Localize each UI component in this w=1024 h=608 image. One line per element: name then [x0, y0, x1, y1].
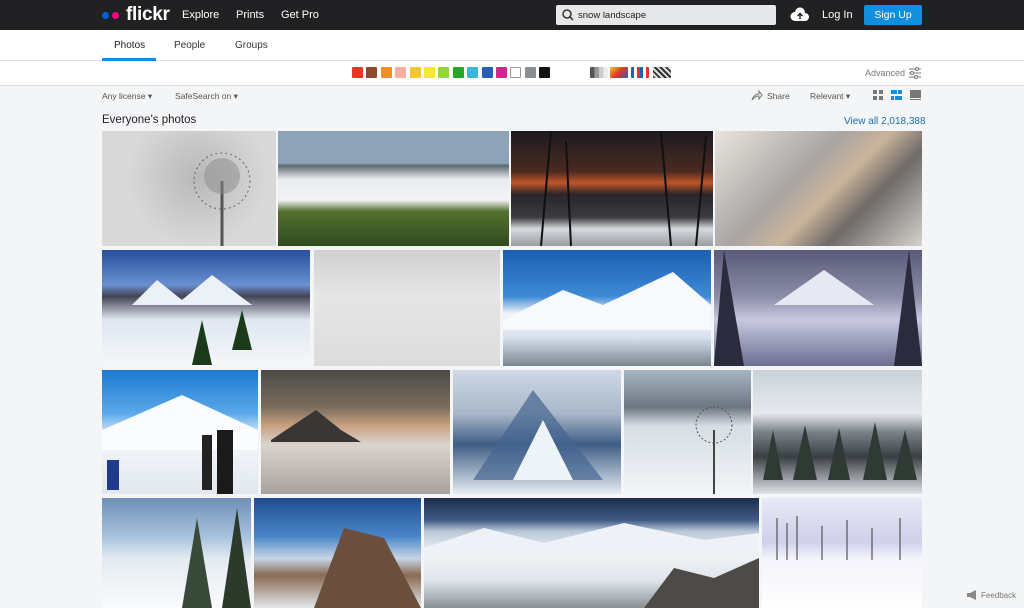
patterns-filter[interactable] [653, 67, 671, 78]
nav-explore[interactable]: Explore [182, 9, 219, 21]
color-swatch[interactable] [481, 67, 493, 78]
photo-tile[interactable] [453, 370, 621, 494]
search-input[interactable] [578, 9, 758, 21]
nav-prints[interactable]: Prints [236, 9, 264, 21]
shallow-depth-filter[interactable] [610, 67, 628, 78]
justified-view-icon[interactable] [891, 90, 902, 100]
photo-tile[interactable] [753, 370, 922, 494]
safesearch-dropdown[interactable]: SafeSearch on ▾ [175, 91, 238, 102]
photo-tile[interactable] [261, 370, 450, 494]
sort-label: Relevant [810, 91, 844, 101]
color-swatch[interactable] [467, 67, 479, 78]
color-filter-bar: Advanced [0, 61, 1024, 86]
signup-button[interactable]: Sign Up [864, 5, 922, 25]
photo-tile[interactable] [314, 250, 500, 366]
color-swatch[interactable] [496, 67, 507, 78]
view-all-link[interactable]: View all 2,018,388 [844, 116, 926, 127]
feedback-label: Feedback [981, 590, 1017, 600]
photo-tile[interactable] [503, 250, 711, 366]
color-swatch[interactable] [424, 67, 435, 78]
photo-tile[interactable] [511, 131, 713, 246]
feedback-button[interactable]: Feedback [966, 590, 1016, 600]
search-type-tabs: Photos People Groups [0, 30, 1024, 61]
color-swatch[interactable] [510, 67, 522, 78]
search-icon [562, 9, 574, 21]
search-box[interactable] [556, 5, 776, 25]
color-swatch[interactable] [539, 67, 551, 78]
photo-tile[interactable] [102, 370, 258, 494]
sliders-icon[interactable] [908, 67, 922, 79]
advanced-link[interactable]: Advanced [865, 68, 905, 78]
photo-tile[interactable] [254, 498, 421, 608]
photo-tile[interactable] [762, 498, 922, 608]
photo-tile[interactable] [624, 370, 751, 494]
filters-row: Any license ▾ SafeSearch on ▾ Share Rele… [0, 87, 1024, 109]
photo-tile[interactable] [102, 250, 310, 366]
flickr-logo[interactable]: flickr [102, 4, 170, 25]
grid-view-icon[interactable] [873, 90, 883, 100]
upload-cloud-icon[interactable] [790, 7, 810, 23]
share-link[interactable]: Share [767, 91, 790, 101]
safesearch-label: SafeSearch on [175, 91, 232, 101]
color-swatch[interactable] [352, 67, 363, 78]
color-swatch[interactable] [409, 67, 421, 78]
single-view-icon[interactable] [910, 90, 921, 100]
photo-tile[interactable] [102, 498, 251, 608]
black-and-white-filter[interactable] [590, 67, 608, 78]
minimalism-filter[interactable] [631, 67, 649, 78]
top-navigation-bar: flickr Explore Prints Get Pro Log In Sig… [0, 0, 1024, 30]
megaphone-icon [967, 590, 976, 600]
tab-photos[interactable]: Photos [114, 40, 145, 51]
license-dropdown[interactable]: Any license ▾ [102, 91, 152, 102]
license-label: Any license [102, 91, 146, 101]
color-swatch[interactable] [438, 67, 450, 78]
login-link[interactable]: Log In [822, 9, 853, 21]
sort-dropdown[interactable]: Relevant ▾ [810, 91, 850, 102]
photo-tile[interactable] [714, 250, 922, 366]
share-icon[interactable] [751, 90, 763, 102]
photo-tile[interactable] [424, 498, 759, 608]
photo-tile[interactable] [278, 131, 509, 246]
photo-tile[interactable] [715, 131, 922, 246]
color-swatch[interactable] [380, 67, 392, 78]
photo-tile[interactable] [102, 131, 276, 246]
pink-dot-icon [112, 11, 119, 19]
tab-people[interactable]: People [174, 40, 205, 51]
color-swatch[interactable] [452, 67, 464, 78]
blue-dot-icon [102, 11, 109, 19]
color-swatch[interactable] [524, 67, 536, 78]
tab-groups[interactable]: Groups [235, 40, 268, 51]
color-swatch[interactable] [395, 67, 407, 78]
nav-get-pro[interactable]: Get Pro [281, 9, 319, 21]
section-title: Everyone's photos [102, 114, 197, 126]
color-swatch[interactable] [366, 67, 378, 78]
brand-name: flickr [126, 4, 170, 25]
